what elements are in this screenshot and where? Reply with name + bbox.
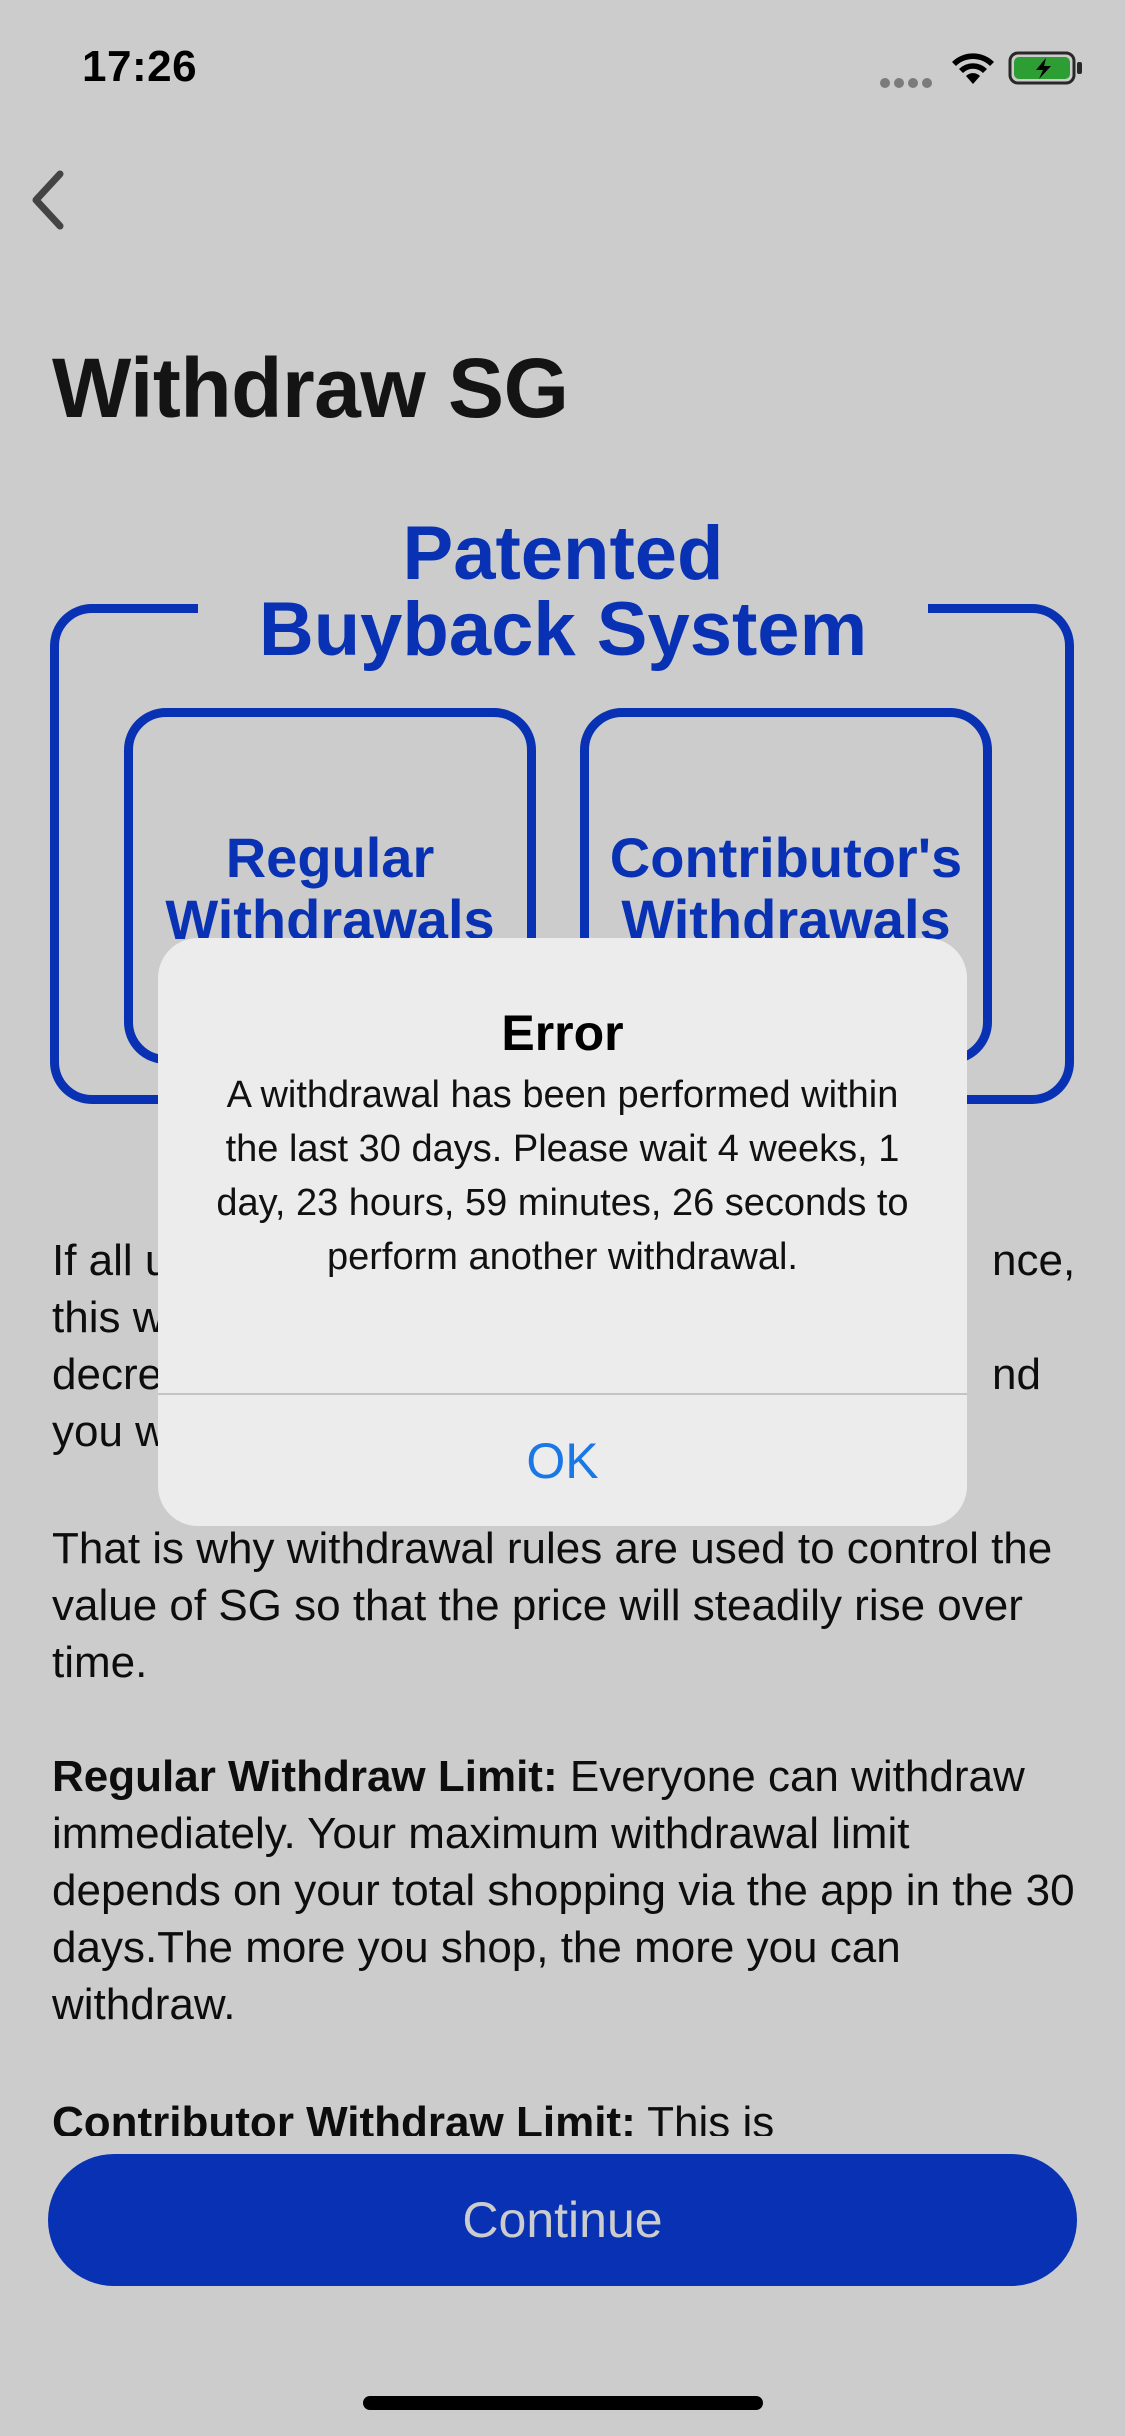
- error-alert: Error A withdrawal has been performed wi…: [158, 938, 967, 1526]
- alert-title: Error: [501, 1005, 624, 1061]
- alert-message: A withdrawal has been performed within t…: [216, 1074, 909, 1278]
- screen: 17:26 Withdraw SG Patented Buyback Syste…: [0, 0, 1125, 2436]
- alert-ok-button[interactable]: OK: [158, 1395, 967, 1526]
